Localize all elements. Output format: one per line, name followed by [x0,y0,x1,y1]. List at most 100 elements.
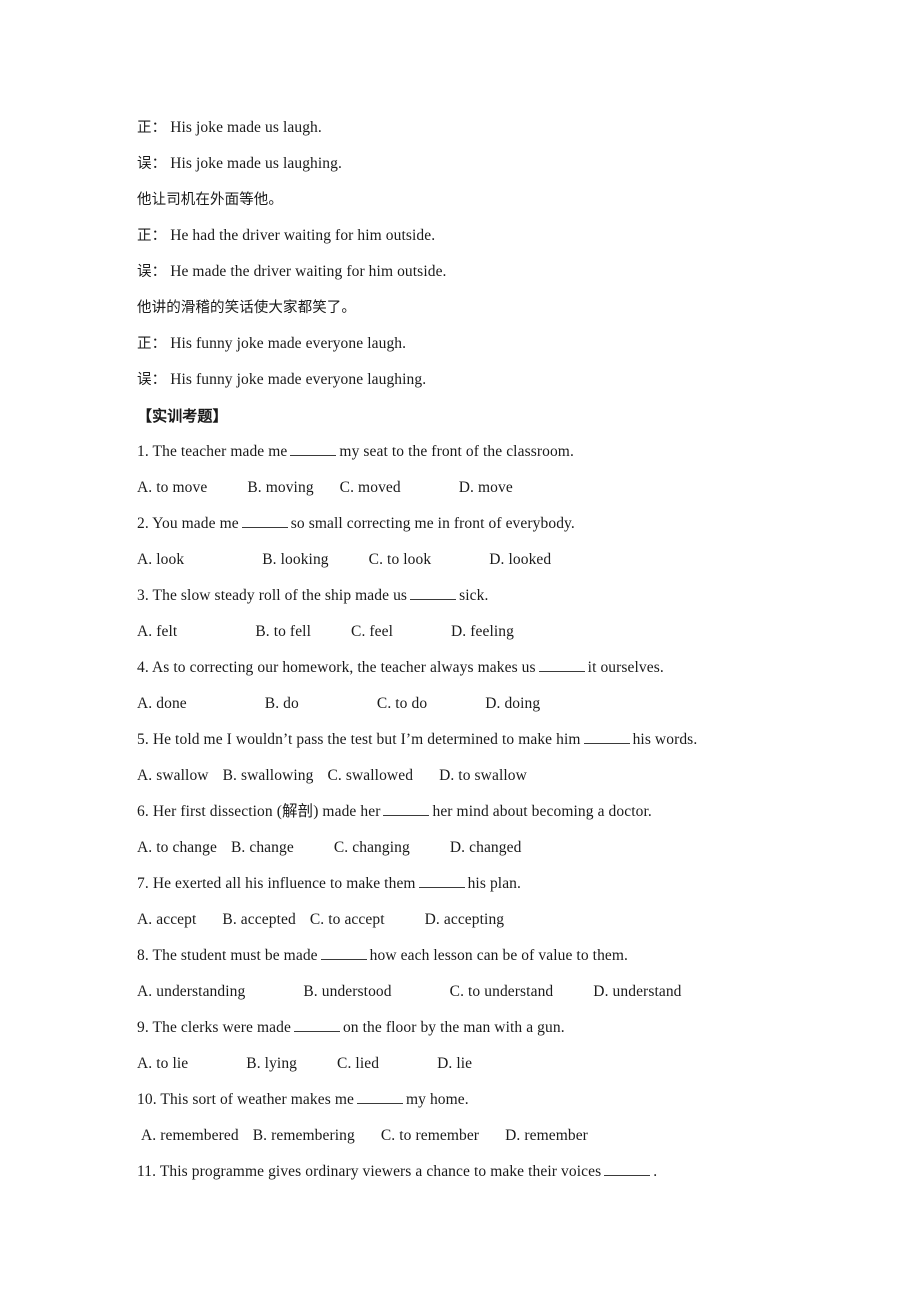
incorrect-marker: 误： [137,264,167,280]
example-text: He had the driver waiting for him outsid… [170,227,436,244]
question-stem-before: The clerks were made [152,1019,291,1036]
option-d[interactable]: D. feeling [451,614,514,650]
example-text: He made the driver waiting for him outsi… [170,263,447,280]
option-a[interactable]: A. to change [137,830,217,866]
question-options-4: A. done B. do C. to do D. doing [0,686,920,722]
option-b[interactable]: B. do [265,686,299,722]
answer-blank [290,442,337,456]
question-stem-after: on the floor by the man with a gun. [342,1019,565,1036]
option-c[interactable]: C. to accept [310,902,385,938]
option-c[interactable]: C. to look [369,542,432,578]
question-number: 9. [137,1019,149,1036]
question-stem-9: 9. The clerks were made on the floor by t… [0,1010,920,1046]
option-d[interactable]: D. lie [437,1046,472,1082]
option-b[interactable]: B. accepted [222,902,295,938]
question-options-2: A. look B. looking C. to look D. looked [0,542,920,578]
question-stem-4: 4. As to correcting our homework, the te… [0,650,920,686]
question-stem-after: his plan. [467,875,522,892]
option-c[interactable]: C. lied [337,1046,379,1082]
option-d[interactable]: D. remember [505,1118,588,1154]
option-a[interactable]: A. swallow [137,758,209,794]
question-stem-5: 5. He told me I wouldn’t pass the test b… [0,722,920,758]
option-d[interactable]: D. understand [593,974,681,1010]
option-c[interactable]: C. to remember [381,1118,479,1154]
question-options-7: A. accept B. accepted C. to accept D. accep… [0,902,920,938]
option-a[interactable]: A. to move [137,470,207,506]
question-options-10: A. remembered B. remembering C. to remembe… [0,1118,920,1154]
question-stem-before: This sort of weather makes me [160,1091,354,1108]
question-stem-before: As to correcting our homework, the teach… [151,659,536,676]
answer-blank [604,1162,651,1176]
question-stem-before: The slow steady roll of the ship made us [152,587,408,604]
option-b[interactable]: B. moving [247,470,313,506]
answer-blank [583,730,630,744]
option-a[interactable]: A. done [137,686,187,722]
option-b[interactable]: B. swallowing [223,758,314,794]
incorrect-marker: 误： [137,156,167,172]
incorrect-marker: 误： [137,372,167,388]
option-a[interactable]: A. to lie [137,1046,188,1082]
question-number: 5. [137,731,149,748]
example-line-incorrect-3: 误： His funny joke made everyone laughing… [0,362,920,398]
question-number: 10. [137,1091,157,1108]
option-a[interactable]: A. felt [137,614,177,650]
question-stem-after: his words. [632,731,698,748]
option-a[interactable]: A. remembered [141,1118,239,1154]
section-heading: 【实训考题】 [137,407,228,425]
question-stem-after: so small correcting me in front of every… [290,515,575,532]
question-stem-before: You made me [152,515,239,532]
option-c[interactable]: C. to do [377,686,427,722]
question-number: 2. [137,515,149,532]
example-line-correct-3: 正： His funny joke made everyone laugh. [0,326,920,362]
answer-blank [293,1018,340,1032]
question-options-6: A. to change B. change C. changing D. chang… [0,830,920,866]
option-d[interactable]: D. to swallow [439,758,527,794]
question-stem-after: it ourselves. [587,659,664,676]
option-a[interactable]: A. look [137,542,184,578]
example-text: His funny joke made everyone laughing. [170,371,427,388]
question-number: 6. [137,803,149,820]
option-c[interactable]: C. changing [334,830,410,866]
question-number: 4. [137,659,149,676]
option-b[interactable]: B. understood [303,974,391,1010]
question-stem-before: The student must be made [152,947,318,964]
option-c[interactable]: C. moved [340,470,401,506]
question-stem-2: 2. You made me so small correcting me in … [0,506,920,542]
question-number: 3. [137,587,149,604]
question-stem-before: He exerted all his influence to make the… [152,875,416,892]
answer-blank [320,946,367,960]
option-b[interactable]: B. lying [246,1046,297,1082]
question-options-8: A. understanding B. understood C. to under… [0,974,920,1010]
option-d[interactable]: D. accepting [425,902,505,938]
question-stem-before: He told me I wouldn’t pass the test but … [152,731,581,748]
option-c[interactable]: C. swallowed [327,758,413,794]
option-a[interactable]: A. understanding [137,974,245,1010]
option-a[interactable]: A. accept [137,902,196,938]
option-d[interactable]: D. looked [489,542,551,578]
answer-blank [383,802,430,816]
example-line-incorrect-2: 误： He made the driver waiting for him ou… [0,254,920,290]
answer-blank [410,586,457,600]
option-d[interactable]: D. move [459,470,513,506]
example-sentences-block: 正： His joke made us laugh. 误： His joke m… [0,110,920,398]
option-d[interactable]: D. changed [450,830,522,866]
question-stem-after: how each lesson can be of value to them. [369,947,629,964]
option-b[interactable]: B. looking [262,542,328,578]
option-b[interactable]: B. change [231,830,294,866]
option-b[interactable]: B. to fell [255,614,311,650]
question-number: 11. [137,1163,157,1180]
option-c[interactable]: C. feel [351,614,393,650]
question-stem-10: 10. This sort of weather makes me my home… [0,1082,920,1118]
question-number: 7. [137,875,149,892]
correct-marker: 正： [137,228,167,244]
question-stem-before: This programme gives ordinary viewers a … [159,1163,602,1180]
option-c[interactable]: C. to understand [450,974,554,1010]
answer-blank [356,1090,403,1104]
question-number: 8. [137,947,149,964]
question-stem-8: 8. The student must be made how each less… [0,938,920,974]
example-line-correct-1: 正： His joke made us laugh. [0,110,920,146]
question-options-9: A. to lie B. lying C. lied D. lie [0,1046,920,1082]
answer-blank [241,514,288,528]
option-b[interactable]: B. remembering [253,1118,355,1154]
option-d[interactable]: D. doing [485,686,540,722]
